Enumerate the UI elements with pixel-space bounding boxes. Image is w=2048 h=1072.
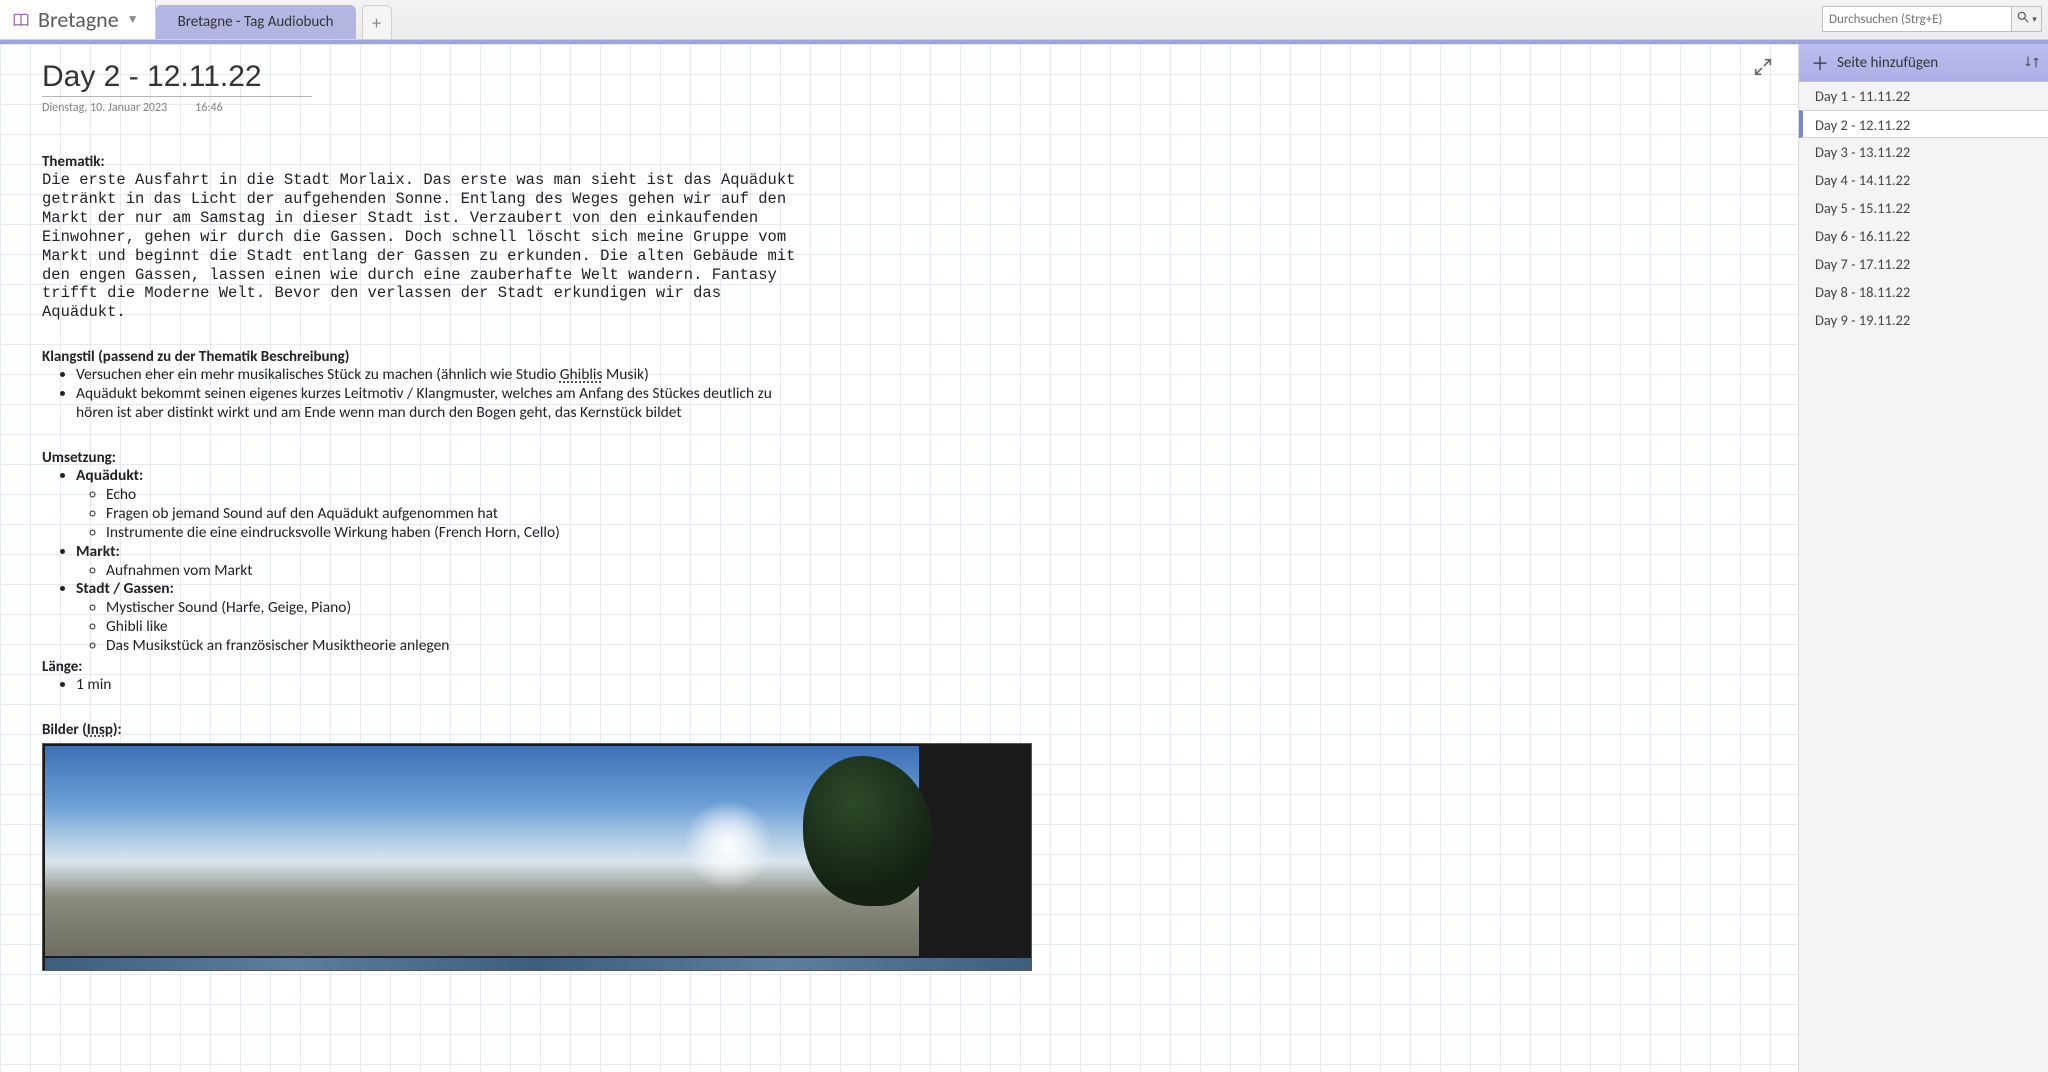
list-item: Echo bbox=[106, 486, 802, 505]
list-item: Mystischer Sound (Harfe, Geige, Piano) bbox=[106, 599, 802, 618]
tab-section-active[interactable]: Bretagne - Tag Audiobuch bbox=[156, 5, 356, 39]
list-item: Aquädukt bekommt seinen eigenes kurzes L… bbox=[76, 385, 802, 423]
expand-icon[interactable] bbox=[1752, 56, 1774, 83]
spellcheck-word: Insp bbox=[87, 721, 113, 739]
add-page-button[interactable]: ＋ Seite hinzufügen bbox=[1799, 44, 2048, 82]
page-list-item[interactable]: Day 6 - 16.11.22 bbox=[1799, 222, 2048, 250]
list-item: Versuchen eher ein mehr musikalisches St… bbox=[76, 366, 802, 385]
add-section-button[interactable]: + bbox=[362, 5, 392, 39]
heading-laenge: Länge: bbox=[42, 658, 802, 676]
heading-klangstil: Klangstil (passend zu der Thematik Besch… bbox=[42, 348, 802, 366]
search-button[interactable]: ▾ bbox=[2012, 6, 2042, 32]
search-container: ▾ bbox=[1822, 6, 2042, 32]
sublist: Aufnahmen vom Markt bbox=[76, 562, 802, 581]
list-head: Stadt / Gassen: bbox=[76, 579, 174, 598]
main: Day 2 - 12.11.22 Dienstag, 10. Januar 20… bbox=[0, 44, 2048, 1072]
sort-icon[interactable] bbox=[2024, 54, 2040, 75]
page-title[interactable]: Day 2 - 12.11.22 bbox=[42, 60, 312, 97]
page-list-item[interactable]: Day 4 - 14.11.22 bbox=[1799, 166, 2048, 194]
list-item: Instrumente die eine eindrucksvolle Wirk… bbox=[106, 524, 802, 543]
chevron-down-icon: ▼ bbox=[127, 0, 139, 40]
list-head: Aquädukt: bbox=[76, 466, 143, 485]
page-list-item[interactable]: Day 9 - 19.11.22 bbox=[1799, 306, 2048, 334]
note-content[interactable]: Thematik: Die erste Ausfahrt in die Stad… bbox=[42, 117, 802, 971]
title-block: Day 2 - 12.11.22 Dienstag, 10. Januar 20… bbox=[42, 60, 1798, 115]
notebook-name: Bretagne bbox=[38, 0, 119, 40]
chevron-down-icon: ▾ bbox=[2032, 14, 2037, 25]
thematik-body: Die erste Ausfahrt in die Stadt Morlaix.… bbox=[42, 171, 802, 322]
heading-umsetzung: Umsetzung: bbox=[42, 449, 802, 467]
list-head: Markt: bbox=[76, 542, 120, 561]
note-canvas[interactable]: Day 2 - 12.11.22 Dienstag, 10. Januar 20… bbox=[0, 44, 1798, 1072]
page-panel: ＋ Seite hinzufügen Day 1 - 11.11.22Day 2… bbox=[1798, 44, 2048, 1072]
list-item: 1 min bbox=[76, 676, 802, 695]
laenge-list: 1 min bbox=[42, 676, 802, 695]
spellcheck-word: Ghiblis bbox=[560, 365, 603, 384]
page-list-item[interactable]: Day 5 - 15.11.22 bbox=[1799, 194, 2048, 222]
add-page-label: Seite hinzufügen bbox=[1837, 54, 1938, 72]
klangstil-list: Versuchen eher ein mehr musikalisches St… bbox=[42, 366, 802, 423]
list-item: Ghibli like bbox=[106, 618, 802, 637]
list-item: Markt:Aufnahmen vom Markt bbox=[76, 543, 802, 581]
section-tabs: Bretagne - Tag Audiobuch + bbox=[156, 0, 392, 39]
page-time[interactable]: 16:46 bbox=[195, 101, 223, 115]
umsetzung-list: Aquädukt:EchoFragen ob jemand Sound auf … bbox=[42, 467, 802, 656]
list-item: Aquädukt:EchoFragen ob jemand Sound auf … bbox=[76, 467, 802, 543]
list-item: Stadt / Gassen:Mystischer Sound (Harfe, … bbox=[76, 580, 802, 656]
notebook-icon bbox=[12, 11, 30, 29]
list-item: Das Musikstück an französischer Musikthe… bbox=[106, 637, 802, 656]
search-icon bbox=[2016, 10, 2030, 29]
tab-label: Bretagne - Tag Audiobuch bbox=[178, 13, 334, 31]
embedded-image[interactable] bbox=[42, 743, 1032, 971]
page-list-item[interactable]: Day 2 - 12.11.22 bbox=[1799, 110, 2048, 138]
page-list: Day 1 - 11.11.22Day 2 - 12.11.22Day 3 - … bbox=[1799, 82, 2048, 1072]
heading-thematik: Thematik: bbox=[42, 153, 802, 171]
topbar: Bretagne ▼ Bretagne - Tag Audiobuch + ▾ bbox=[0, 0, 2048, 40]
notebook-dropdown[interactable]: Bretagne ▼ bbox=[0, 0, 156, 39]
sublist: Mystischer Sound (Harfe, Geige, Piano)Gh… bbox=[76, 599, 802, 656]
list-item: Aufnahmen vom Markt bbox=[106, 562, 802, 581]
page-list-item[interactable]: Day 1 - 11.11.22 bbox=[1799, 82, 2048, 110]
sublist: EchoFragen ob jemand Sound auf den Aquäd… bbox=[76, 486, 802, 543]
page-list-item[interactable]: Day 8 - 18.11.22 bbox=[1799, 278, 2048, 306]
plus-icon: ＋ bbox=[1811, 50, 1829, 76]
page-list-item[interactable]: Day 7 - 17.11.22 bbox=[1799, 250, 2048, 278]
page-date[interactable]: Dienstag, 10. Januar 2023 bbox=[42, 101, 167, 115]
heading-bilder: Bilder (Insp): bbox=[42, 721, 802, 739]
plus-icon: + bbox=[372, 12, 381, 34]
list-item: Fragen ob jemand Sound auf den Aquädukt … bbox=[106, 505, 802, 524]
search-input[interactable] bbox=[1822, 6, 2012, 32]
page-list-item[interactable]: Day 3 - 13.11.22 bbox=[1799, 138, 2048, 166]
page-datetime: Dienstag, 10. Januar 2023 16:46 bbox=[42, 101, 1798, 115]
